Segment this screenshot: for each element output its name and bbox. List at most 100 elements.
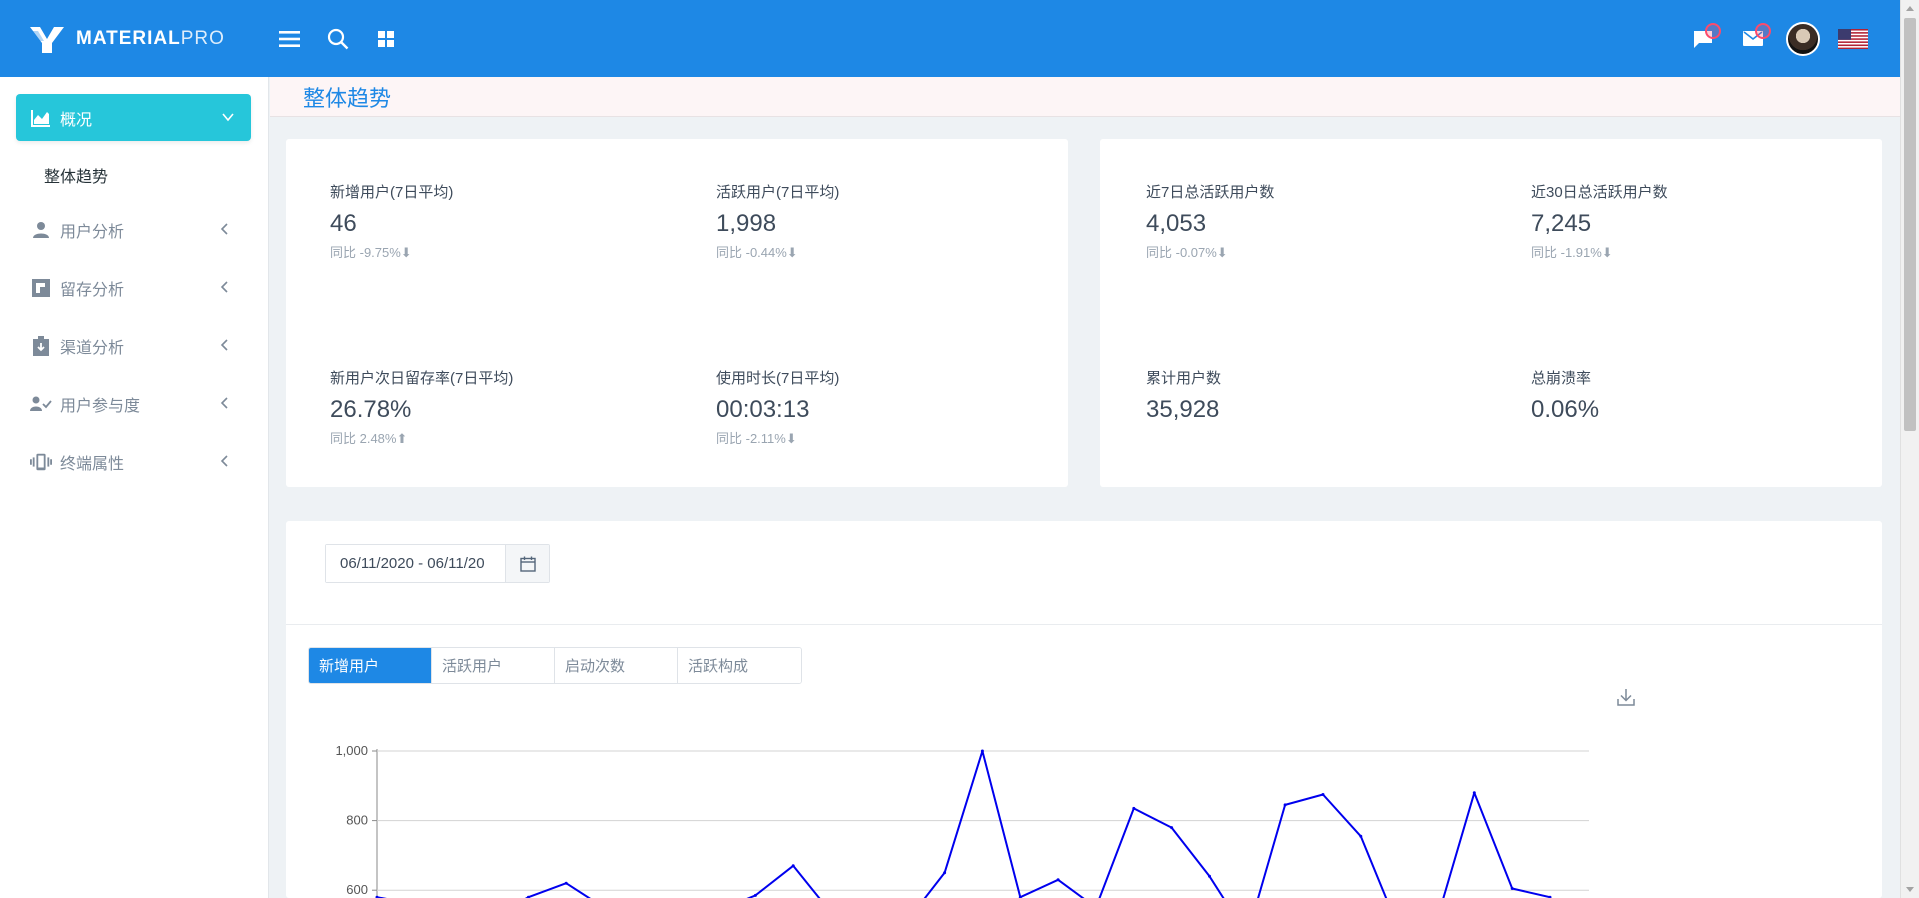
stat-value: 0.06%	[1531, 396, 1600, 423]
stat-usage-duration: 使用时长(7日平均) 00:03:13 同比 -2.11%⬇	[716, 367, 839, 447]
sidebar-subitem-overall-trend[interactable]: 整体趋势	[0, 149, 268, 201]
stat-value: 1,998	[716, 210, 777, 237]
sidebar-item-label: 用户分析	[60, 224, 125, 241]
stat-total-users: 累计用户数 35,928	[1146, 367, 1221, 424]
area-chart-icon	[30, 107, 52, 129]
data-point	[1208, 874, 1211, 878]
sidebar-item-retention-analysis[interactable]: 留存分析	[0, 259, 268, 317]
stat-value: 00:03:13	[716, 396, 810, 423]
search-icon	[327, 28, 349, 49]
chevron-left-icon	[220, 397, 228, 409]
scroll-thumb[interactable]	[1904, 18, 1916, 431]
page-scrollbar[interactable]	[1900, 0, 1919, 898]
language-button[interactable]	[1832, 18, 1874, 60]
stat-7day-active: 近7日总活跃用户数 4,053 同比 -0.07%⬇	[1146, 181, 1274, 261]
stat-label: 近7日总活跃用户数	[1146, 184, 1275, 201]
clipboard-download-icon	[30, 335, 52, 357]
chevron-left-icon	[220, 455, 228, 467]
stat-label: 使用时长(7日平均)	[716, 370, 840, 387]
mail-button[interactable]	[1732, 18, 1774, 60]
stat-value: 26.78%	[330, 396, 412, 423]
stat-label: 活跃用户(7日平均)	[716, 184, 840, 201]
stat-value: 7,245	[1531, 210, 1592, 237]
data-point	[564, 881, 568, 885]
chevron-left-icon	[220, 281, 228, 293]
us-flag-icon	[1838, 28, 1868, 49]
stat-value: 35,928	[1146, 396, 1220, 423]
stat-label: 近30日总活跃用户数	[1531, 184, 1668, 201]
data-point	[1510, 887, 1514, 890]
page-title-bar: 整体趋势	[270, 77, 1900, 117]
scroll-up-icon[interactable]	[1906, 6, 1914, 11]
sidebar-item-label: 留存分析	[60, 282, 125, 299]
apps-grid-button[interactable]	[365, 18, 407, 60]
stat-crash-rate: 总崩溃率 0.06%	[1531, 367, 1599, 424]
vibrate-phone-icon	[30, 451, 52, 473]
stat-label: 累计用户数	[1146, 370, 1222, 387]
trend-chart-card: 新增用户 活跃用户 启动次数 活跃构成 1,000800600	[286, 521, 1882, 898]
sidebar: 概况 整体趋势 用户分析 留存分析 渠道分析 用户参与度 终端属性	[0, 77, 269, 898]
sidebar-item-user-engagement[interactable]: 用户参与度	[0, 375, 268, 433]
data-point	[791, 864, 795, 868]
stat-label: 新用户次日留存率(7日平均)	[330, 370, 514, 387]
page-title: 整体趋势	[303, 85, 392, 111]
menu-icon	[279, 30, 300, 47]
stat-label: 总崩溃率	[1531, 370, 1592, 387]
topbar: MATERIALPRO	[0, 0, 1900, 77]
sidebar-item-user-analysis[interactable]: 用户分析	[0, 201, 268, 259]
stat-active-users: 活跃用户(7日平均) 1,998 同比 -0.44%⬇	[716, 181, 839, 261]
data-point	[980, 749, 984, 753]
avatar	[1786, 21, 1820, 56]
stat-30day-active: 近30日总活跃用户数 7,245 同比 -1.91%⬇	[1531, 181, 1668, 261]
y-tick-label: 600	[346, 882, 368, 897]
series-line	[376, 750, 1551, 898]
data-point	[943, 871, 947, 875]
stat-label: 新增用户(7日平均)	[330, 184, 454, 201]
stat-change: 同比 -2.11%⬇	[716, 431, 797, 446]
mail-notify-badge	[1755, 22, 1771, 39]
sidebar-item-label: 用户参与度	[60, 398, 141, 415]
sidebar-item-channel-analysis[interactable]: 渠道分析	[0, 317, 268, 375]
stats-card-left: 新增用户(7日平均) 46 同比 -9.75%⬇ 活跃用户(7日平均) 1,99…	[286, 139, 1068, 487]
y-tick-label: 1,000	[335, 743, 368, 758]
messages-button[interactable]	[1682, 18, 1724, 60]
sidebar-item-label: 终端属性	[60, 456, 125, 473]
scroll-down-icon[interactable]	[1906, 887, 1914, 892]
data-point	[1321, 793, 1325, 796]
data-point	[1056, 878, 1060, 882]
stat-change: 同比 -9.75%⬇	[330, 245, 412, 260]
chevron-left-icon	[220, 339, 228, 351]
user-icon	[30, 219, 52, 241]
grid-icon	[378, 30, 394, 47]
top-right-tools	[1682, 18, 1900, 60]
stat-change: 同比 -0.44%⬇	[716, 245, 798, 260]
y-tick-label: 800	[346, 813, 368, 828]
data-point	[1472, 791, 1476, 795]
menu-toggle-button[interactable]	[269, 18, 311, 60]
search-button[interactable]	[317, 18, 359, 60]
chevron-left-icon	[220, 223, 228, 235]
stat-value: 4,053	[1146, 210, 1207, 237]
stats-card-right: 近7日总活跃用户数 4,053 同比 -0.07%⬇ 近30日总活跃用户数 7,…	[1100, 139, 1882, 487]
sidebar-item-overview[interactable]: 概况	[16, 94, 251, 141]
sidebar-item-device-properties[interactable]: 终端属性	[0, 433, 268, 491]
data-point	[1359, 834, 1363, 838]
brand[interactable]: MATERIALPRO	[0, 0, 269, 77]
data-point	[753, 893, 757, 897]
user-check-icon	[30, 393, 52, 415]
data-point	[1170, 826, 1174, 830]
data-point	[1132, 806, 1136, 810]
retention-icon	[30, 277, 52, 299]
brand-logo-icon	[30, 26, 64, 53]
message-notify-badge	[1705, 22, 1721, 39]
sidebar-item-label: 概况	[60, 111, 93, 129]
stat-change: 同比 -0.07%⬇	[1146, 245, 1228, 260]
stat-next-day-retention: 新用户次日留存率(7日平均) 26.78% 同比 2.48%⬆	[330, 367, 513, 447]
stat-change: 同比 2.48%⬆	[330, 431, 408, 446]
chevron-down-icon	[222, 113, 234, 122]
sidebar-subitem-label: 整体趋势	[44, 169, 109, 186]
trend-line-chart: 1,000 800 600	[335, 743, 1589, 898]
sidebar-item-label: 渠道分析	[60, 340, 125, 357]
stat-value: 46	[330, 210, 357, 237]
profile-button[interactable]	[1782, 18, 1824, 60]
